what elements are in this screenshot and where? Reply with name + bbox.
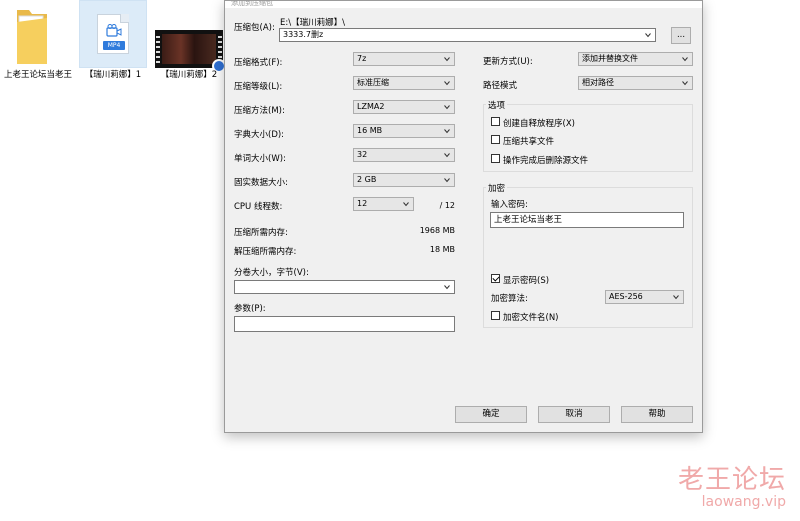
solid-value: 2 GB — [357, 175, 377, 184]
chevron-down-icon — [444, 81, 450, 86]
delete-label: 操作完成后删除源文件 — [503, 156, 589, 166]
show-password-label: 显示密码(S) — [503, 276, 550, 286]
desktop-item-label: 上老王论坛当老王 — [3, 70, 72, 80]
cpu-label: CPU 线程数: — [234, 202, 283, 212]
chevron-down-icon — [682, 81, 688, 86]
chevron-down-icon — [682, 57, 688, 62]
level-value: 标准压缩 — [357, 78, 389, 87]
chevron-down-icon — [673, 295, 679, 300]
chevron-down-icon — [403, 202, 409, 207]
watermark-en: laowang.vip — [701, 494, 786, 510]
cpu-total: / 12 — [439, 201, 455, 210]
mem-compress-label: 压缩所需内存: — [234, 228, 288, 238]
desktop-item-folder[interactable]: 上老王论坛当老王 — [2, 0, 74, 100]
word-value: 32 — [357, 150, 368, 159]
watermark: 老王论坛 laowang.vip — [678, 466, 786, 510]
mp4-file-icon: MP4 — [97, 14, 129, 54]
password-label: 输入密码: — [491, 200, 528, 210]
method-value: LZMA2 — [357, 102, 385, 111]
params-label: 参数(P): — [234, 304, 266, 314]
encrypt-names-label: 加密文件名(N) — [503, 313, 559, 323]
archive-path: E:\【瑞川莉娜】\ — [280, 18, 345, 28]
dict-label: 字典大小(D): — [234, 130, 285, 140]
desktop-item-label: 【瑞川莉娜】1 — [84, 70, 142, 80]
dict-value: 16 MB — [357, 126, 383, 135]
solid-select[interactable]: 2 GB — [353, 173, 455, 187]
browse-button[interactable]: ... — [671, 27, 691, 44]
pathmode-label: 路径模式 — [483, 81, 518, 91]
method-select[interactable]: LZMA2 — [353, 100, 455, 114]
level-select[interactable]: 标准压缩 — [353, 76, 455, 90]
options-title: 选项 — [486, 99, 508, 111]
update-value: 添加并替换文件 — [582, 54, 638, 63]
update-label: 更新方式(U): — [483, 57, 533, 67]
archive-name-combo[interactable]: 3333.7删z — [279, 28, 656, 42]
archive-label: 压缩包(A): — [234, 23, 275, 33]
method-label: 压缩方法(M): — [234, 106, 285, 116]
mem-decompress-label: 解压缩所需内存: — [234, 247, 297, 257]
password-input[interactable]: 上老王论坛当老王 — [490, 212, 684, 228]
pathmode-select[interactable]: 相对路径 — [578, 76, 693, 90]
encrypt-names-checkbox[interactable] — [491, 311, 500, 320]
shared-label: 压缩共享文件 — [503, 137, 555, 147]
pathmode-value: 相对路径 — [582, 78, 614, 87]
sfx-label: 创建自释放程序(X) — [503, 119, 575, 129]
delete-checkbox[interactable] — [491, 154, 500, 163]
mp4-badge: MP4 — [103, 41, 125, 50]
video-thumbnail-icon — [155, 30, 226, 73]
chevron-down-icon — [444, 285, 450, 290]
add-to-archive-dialog: 添加到压缩包 压缩包(A): E:\【瑞川莉娜】\ 3333.7删z ... 压… — [224, 0, 703, 433]
enc-method-label: 加密算法: — [491, 294, 528, 304]
split-label: 分卷大小，字节(V): — [234, 268, 309, 278]
solid-label: 固实数据大小: — [234, 178, 288, 188]
sfx-checkbox[interactable] — [491, 117, 500, 126]
archive-name-value: 3333.7删z — [283, 30, 324, 39]
enc-method-select[interactable]: AES-256 — [605, 290, 684, 304]
params-input[interactable] — [234, 316, 455, 332]
cpu-select[interactable]: 12 — [353, 197, 414, 211]
format-label: 压缩格式(F): — [234, 58, 283, 68]
show-password-checkbox[interactable] — [491, 274, 500, 283]
level-label: 压缩等级(L): — [234, 82, 283, 92]
cpu-value: 12 — [357, 199, 368, 208]
watermark-cn: 老王论坛 — [677, 465, 786, 495]
desktop-item-video[interactable]: 【瑞川莉娜】2 — [150, 0, 228, 84]
mem-decompress-value: 18 MB — [429, 245, 455, 254]
desktop-item-mp4[interactable]: MP4 【瑞川莉娜】1 — [79, 0, 147, 84]
encryption-title: 加密 — [486, 182, 508, 194]
dialog-title: 添加到压缩包 — [225, 1, 702, 8]
format-value: 7z — [357, 54, 367, 63]
ok-button[interactable]: 确定 — [455, 406, 527, 423]
chevron-down-icon — [444, 57, 450, 62]
word-select[interactable]: 32 — [353, 148, 455, 162]
dict-select[interactable]: 16 MB — [353, 124, 455, 138]
update-select[interactable]: 添加并替换文件 — [578, 52, 693, 66]
chevron-down-icon — [444, 153, 450, 158]
desktop-item-label: 【瑞川莉娜】2 — [160, 70, 218, 80]
format-select[interactable]: 7z — [353, 52, 455, 66]
folder-icon — [17, 10, 47, 64]
video-camera-icon — [106, 24, 122, 37]
chevron-down-icon — [444, 105, 450, 110]
chevron-down-icon — [444, 178, 450, 183]
chevron-down-icon — [444, 129, 450, 134]
shared-checkbox[interactable] — [491, 135, 500, 144]
mem-compress-value: 1968 MB — [419, 226, 455, 235]
help-button[interactable]: 帮助 — [621, 406, 693, 423]
cancel-button[interactable]: 取消 — [538, 406, 610, 423]
chevron-down-icon — [645, 33, 651, 38]
selection-highlight: MP4 — [79, 0, 147, 68]
enc-method-value: AES-256 — [609, 292, 643, 301]
word-label: 单词大小(W): — [234, 154, 286, 164]
split-combo[interactable] — [234, 280, 455, 294]
